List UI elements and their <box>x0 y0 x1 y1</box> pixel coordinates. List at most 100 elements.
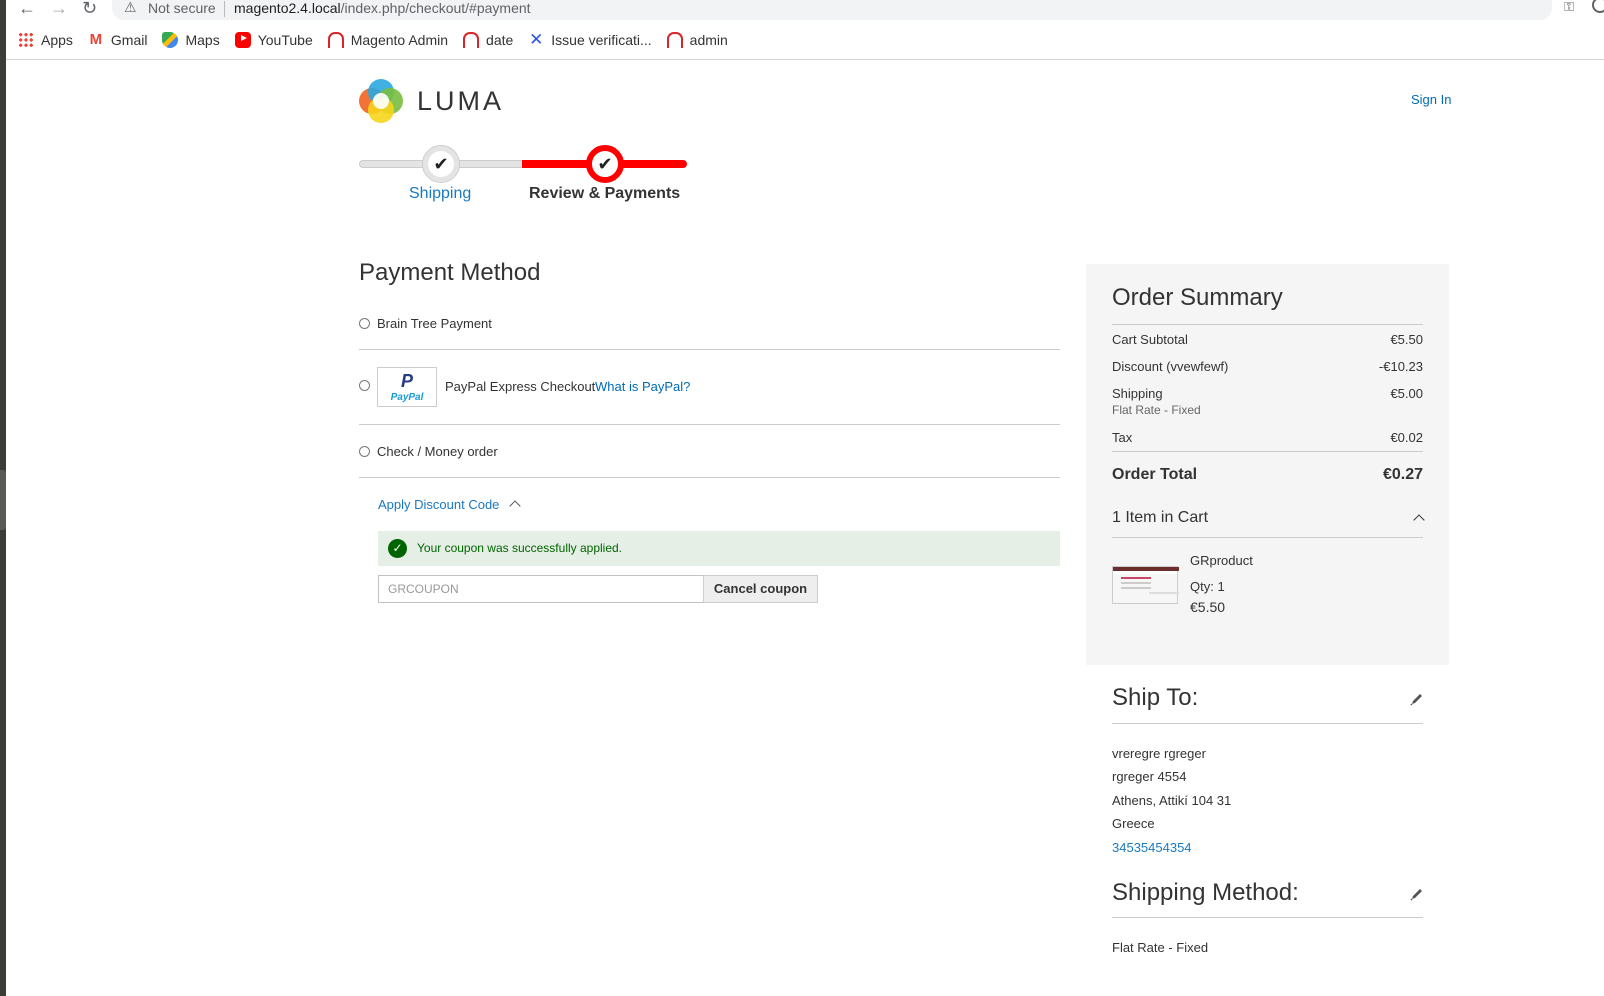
address-line: rgreger 4554 <box>1112 769 1187 784</box>
checkout-progress-bar: ✔ ✔ Shipping Review & Payments <box>359 143 689 213</box>
not-secure-label[interactable]: Not secure <box>148 0 216 16</box>
payment-method-title: Payment Method <box>359 259 541 286</box>
forward-arrow-icon[interactable]: → <box>50 0 68 18</box>
chevron-up-icon[interactable] <box>509 500 521 512</box>
payment-option-paypal[interactable]: P PayPal PayPal Express Checkout What is… <box>359 367 1060 409</box>
luma-logo[interactable]: LUMA <box>359 78 509 124</box>
apps-icon <box>18 32 34 48</box>
coupon-success-text: Your coupon was successfully applied. <box>417 541 623 555</box>
magento-icon <box>666 32 683 48</box>
paypal-label[interactable]: PayPal Express Checkout <box>445 379 595 394</box>
bookmark-date[interactable]: date <box>463 32 513 48</box>
edit-pencil-icon[interactable] <box>1410 692 1424 706</box>
summary-row-label: Discount (vvewfewf) <box>1112 359 1229 374</box>
summary-row-value: -€10.23 <box>1378 359 1423 374</box>
checkout-page: LUMA Sign In ✔ ✔ Shipping Review & Payme… <box>6 61 1604 996</box>
url-host: magento2.4.local <box>234 0 341 16</box>
summary-divider <box>1112 324 1423 325</box>
magento-icon <box>327 32 344 48</box>
edit-pencil-icon[interactable] <box>1410 887 1424 901</box>
order-summary: Order Summary Cart Subtotal €5.50 Discou… <box>1086 264 1449 665</box>
bookmark-gmail[interactable]: M Gmail <box>88 31 148 49</box>
items-in-cart-toggle[interactable]: 1 Item in Cart <box>1112 509 1208 527</box>
paypal-p-icon: P <box>400 371 413 391</box>
summary-row-value: €5.00 <box>1390 386 1423 401</box>
logo-text: LUMA <box>417 85 505 116</box>
product-price: €5.50 <box>1190 599 1226 615</box>
bookmark-admin[interactable]: admin <box>666 32 728 48</box>
bookmark-magento-admin[interactable]: Magento Admin <box>327 32 449 48</box>
summary-divider <box>1112 451 1423 452</box>
order-total-row: Order Total €0.27 <box>1112 466 1423 484</box>
ship-to-divider <box>1112 723 1423 724</box>
bookmark-apps[interactable]: Apps <box>18 32 73 48</box>
reload-icon[interactable]: ↻ <box>82 0 97 18</box>
warning-icon[interactable]: ⚠ <box>124 0 137 16</box>
braintree-radio[interactable] <box>359 318 370 329</box>
step-payments-label: Review & Payments <box>529 185 681 202</box>
ship-to-title: Ship To: <box>1112 684 1199 711</box>
braintree-label[interactable]: Brain Tree Payment <box>377 316 492 331</box>
bookmark-label: admin <box>689 32 728 48</box>
summary-row-shipping: Shipping €5.00 <box>1112 386 1423 401</box>
summary-row-value: €5.50 <box>1390 332 1423 347</box>
back-arrow-icon[interactable]: ← <box>18 0 36 18</box>
order-total-label: Order Total <box>1112 466 1198 483</box>
step-payments-circle: ✔ <box>586 145 624 183</box>
bookmark-issue-verification[interactable]: ✕ Issue verificati... <box>528 31 652 48</box>
url-path: /index.php/checkout/#payment <box>340 0 531 16</box>
checkmo-radio[interactable] <box>359 446 370 457</box>
what-is-paypal-link[interactable]: What is PayPal? <box>595 379 690 394</box>
order-total-value: €0.27 <box>1382 466 1423 483</box>
shipping-method-divider <box>1112 917 1423 918</box>
luma-logo-icon <box>359 79 403 123</box>
summary-row-label: Shipping <box>1112 386 1163 401</box>
checkmark-icon: ✔ <box>433 154 449 174</box>
step-shipping-circle[interactable]: ✔ <box>422 145 460 183</box>
bookmark-label: Maps <box>185 32 220 48</box>
bookmark-label: Magento Admin <box>350 32 449 48</box>
paypal-wordmark: PayPal <box>390 392 424 403</box>
summary-row-label: Cart Subtotal <box>1112 332 1188 347</box>
checkmark-icon: ✔ <box>597 154 613 174</box>
summary-divider <box>1112 537 1423 538</box>
sign-in-link[interactable]: Sign In <box>1411 92 1451 107</box>
summary-row-discount: Discount (vvewfewf) -€10.23 <box>1112 359 1423 374</box>
payment-option-braintree[interactable]: Brain Tree Payment <box>359 314 1060 334</box>
shipping-method-title: Shipping Method: <box>1112 879 1299 906</box>
gmail-icon: M <box>89 31 103 48</box>
key-icon[interactable]: ⚿ <box>1564 0 1574 15</box>
bookmark-label: Issue verificati... <box>551 32 652 48</box>
product-thumbnail <box>1112 566 1179 604</box>
bookmark-label: Gmail <box>110 32 148 48</box>
product-name: GRproduct <box>1190 553 1253 568</box>
payment-option-checkmo[interactable]: Check / Money order <box>359 442 1060 462</box>
payment-divider <box>359 477 1060 478</box>
paypal-radio[interactable] <box>359 380 370 391</box>
bookmark-maps[interactable]: Maps <box>162 32 220 48</box>
address-line: vreregre rgreger <box>1112 746 1206 761</box>
cancel-coupon-button[interactable]: Cancel coupon <box>703 575 818 603</box>
bookmark-youtube[interactable]: YouTube <box>234 32 313 48</box>
phone-link[interactable]: 34535454354 <box>1112 840 1192 855</box>
step-shipping-link[interactable]: Shipping <box>409 185 471 203</box>
discount-code-input[interactable] <box>378 575 704 603</box>
summary-row-label: Tax <box>1112 430 1133 445</box>
shipping-method-value: Flat Rate - Fixed <box>1112 940 1209 955</box>
paypal-logo: P PayPal <box>377 367 437 407</box>
summary-row-subtotal: Cart Subtotal €5.50 <box>1112 332 1423 347</box>
address-line: Greece <box>1112 816 1155 831</box>
profile-icon[interactable] <box>1592 0 1604 13</box>
product-qty: Qty: 1 <box>1190 579 1225 594</box>
chevron-up-icon[interactable] <box>1413 514 1425 526</box>
checkmo-label[interactable]: Check / Money order <box>377 444 498 459</box>
bookmark-label: YouTube <box>257 32 313 48</box>
payment-divider <box>359 424 1060 425</box>
bookmark-label: date <box>486 32 514 48</box>
bookmark-label: Apps <box>41 32 73 48</box>
url-text[interactable]: magento2.4.local/index.php/checkout/#pay… <box>234 0 531 16</box>
address-row: ← → ↻ ⚠ Not secure magento2.4.local/inde… <box>6 0 1604 20</box>
apply-discount-toggle[interactable]: Apply Discount Code <box>378 497 499 512</box>
order-summary-title: Order Summary <box>1112 284 1283 311</box>
maps-icon <box>162 32 179 48</box>
